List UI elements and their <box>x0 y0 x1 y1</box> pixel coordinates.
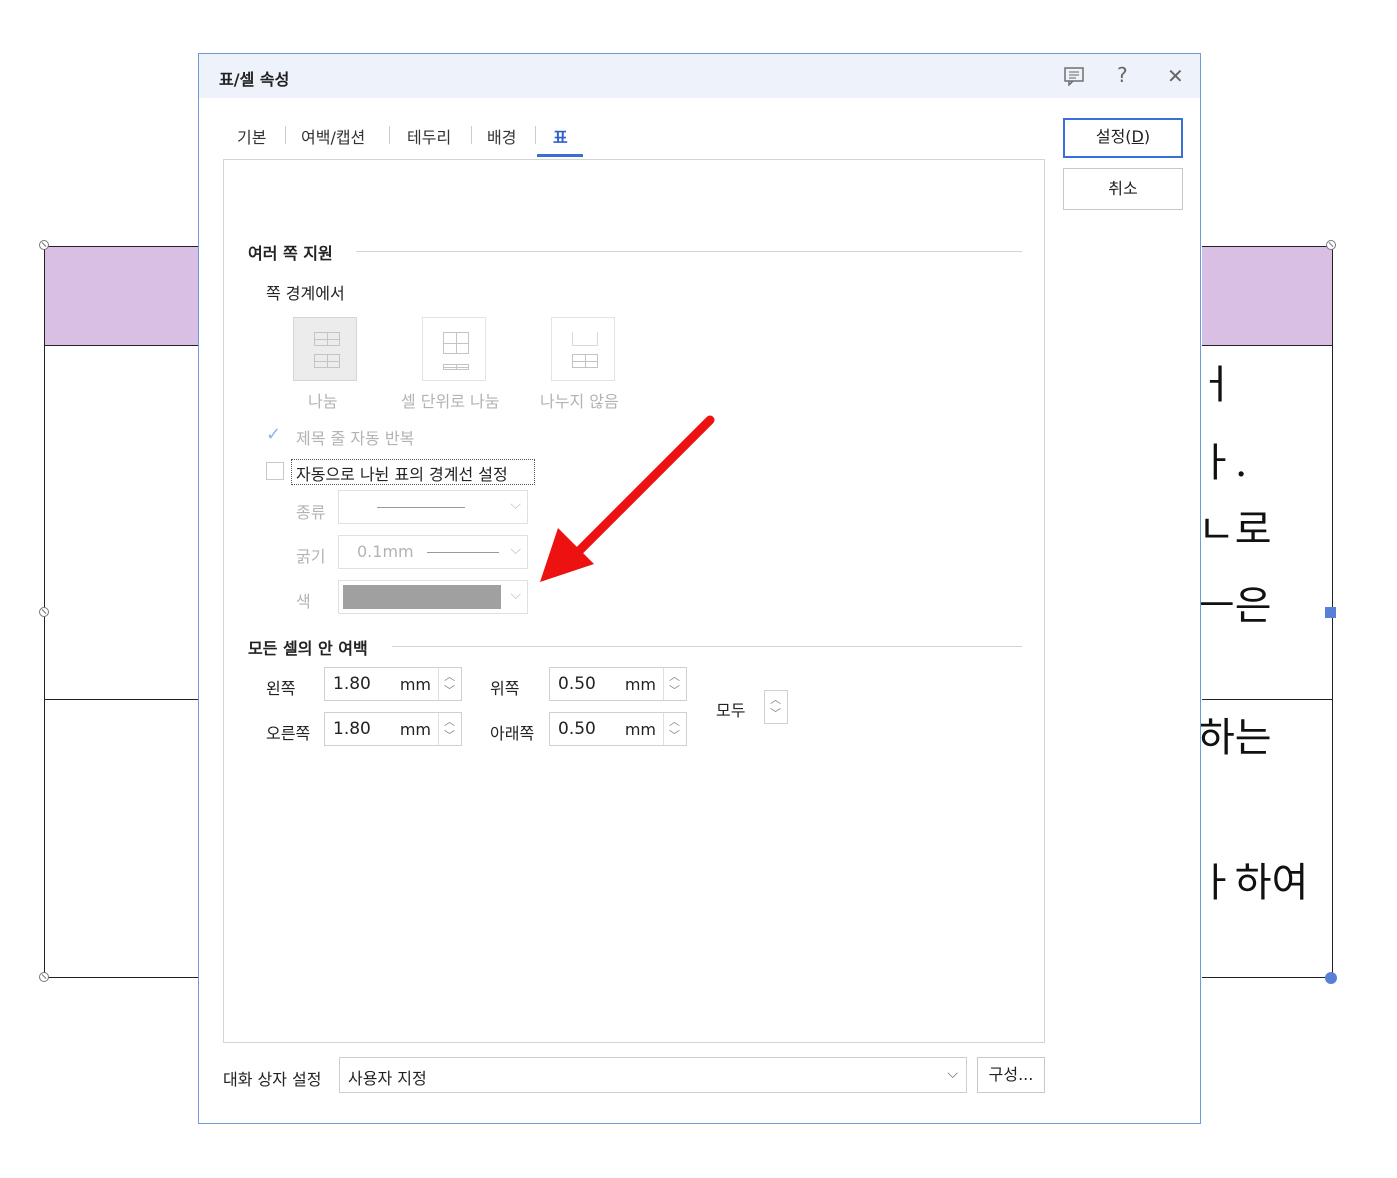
margin-top-label: 위쪽 <box>490 679 520 698</box>
dialog-settings-value: 사용자 지정 <box>348 1069 427 1088</box>
margin-bottom-input[interactable]: 0.50 mm ︿ ﹀ <box>549 712 687 746</box>
table-header-row-right <box>1202 246 1332 345</box>
active-tab-indicator <box>537 154 583 157</box>
color-swatch <box>343 585 501 609</box>
multi-page-section-title: 여러 쪽 지원 <box>248 244 333 263</box>
configure-button[interactable]: 구성... <box>977 1057 1045 1093</box>
resize-handle[interactable] <box>39 607 49 617</box>
margin-left-label: 왼쪽 <box>266 679 296 698</box>
unit-label: mm <box>624 675 656 694</box>
split-option-label: 나누지 않음 <box>540 392 619 411</box>
line-type-label: 종류 <box>296 503 326 522</box>
doc-text-line: ㅏ. <box>1198 440 1248 486</box>
close-icon[interactable]: ✕ <box>1167 64 1184 88</box>
repeat-header-checkbox[interactable]: ✓ <box>266 424 281 445</box>
table-border <box>44 699 199 700</box>
resize-handle[interactable] <box>1326 240 1336 250</box>
margin-right-value: 1.80 <box>333 719 371 739</box>
auto-border-label: 자동으로 나뉜 표의 경계선 설정 <box>296 465 508 484</box>
table-border <box>1202 246 1332 247</box>
ok-button[interactable]: 설정(D) <box>1063 118 1183 158</box>
spin-up-icon[interactable]: ︿ <box>669 716 680 727</box>
spin-down-icon[interactable]: ﹀ <box>669 685 680 696</box>
split-option-label: 셀 단위로 나눔 <box>401 392 500 411</box>
margin-bottom-value: 0.50 <box>558 719 596 739</box>
page-boundary-label: 쪽 경계에서 <box>266 284 345 303</box>
repeat-header-label: 제목 줄 자동 반복 <box>296 429 415 448</box>
cell-margin-section-title: 모든 셀의 안 여백 <box>248 639 368 658</box>
margin-bottom-label: 아래쪽 <box>490 724 535 743</box>
margin-top-value: 0.50 <box>558 674 596 694</box>
help-icon[interactable]: ? <box>1117 63 1128 87</box>
auto-border-checkbox[interactable] <box>266 462 284 480</box>
doc-text-line: ㅡ은 <box>1198 583 1272 629</box>
split-option-split[interactable] <box>293 317 357 381</box>
tab-margin-caption[interactable]: 여백/캡션 <box>301 124 365 148</box>
doc-text-line: ㄴ로 <box>1198 507 1272 553</box>
tab-background[interactable]: 배경 <box>487 124 516 148</box>
unit-label: mm <box>624 720 656 739</box>
margin-all-spinner[interactable]: ︿ ﹀ <box>764 690 788 724</box>
tab-basic[interactable]: 기본 <box>237 124 266 148</box>
line-thickness-combo[interactable]: 0.1mm ⌵ <box>338 535 528 569</box>
doc-text-line: ㅏ하여 <box>1198 860 1309 906</box>
table-border <box>1202 699 1332 700</box>
spin-down-icon[interactable]: ﹀ <box>444 685 455 696</box>
dialog-title: 표/셀 속성 <box>219 70 290 89</box>
selection-handle[interactable] <box>1325 607 1336 618</box>
line-type-combo[interactable]: ⌵ <box>338 490 528 524</box>
cancel-button[interactable]: 취소 <box>1063 168 1183 210</box>
line-color-label: 색 <box>296 592 311 611</box>
line-color-combo[interactable]: ⌵ <box>338 580 528 614</box>
selection-handle[interactable] <box>1325 972 1337 984</box>
split-option-no-split[interactable] <box>551 317 615 381</box>
spin-up-icon[interactable]: ︿ <box>770 694 781 705</box>
spin-up-icon[interactable]: ︿ <box>444 671 455 682</box>
spin-down-icon[interactable]: ﹀ <box>669 730 680 741</box>
table-border <box>44 977 199 978</box>
thickness-value: 0.1mm <box>357 542 414 561</box>
margin-left-input[interactable]: 1.80 mm ︿ ﹀ <box>324 667 462 701</box>
unit-label: mm <box>399 720 431 739</box>
dialog-settings-label: 대화 상자 설정 <box>223 1070 322 1089</box>
doc-text-line: 하는 <box>1198 715 1272 761</box>
spin-down-icon[interactable]: ﹀ <box>444 730 455 741</box>
split-option-label: 나눔 <box>308 392 338 411</box>
spin-up-icon[interactable]: ︿ <box>444 716 455 727</box>
annotation-arrow-icon <box>540 415 715 582</box>
table-border <box>1202 345 1332 346</box>
line-thickness-label: 굵기 <box>296 547 326 566</box>
chevron-down-icon: ⌵ <box>510 497 521 513</box>
split-option-by-cell[interactable] <box>422 317 486 381</box>
doc-text-line: ㅓ <box>1198 362 1235 408</box>
table-border <box>44 246 199 247</box>
table-header-row <box>44 246 199 345</box>
resize-handle[interactable] <box>39 240 49 250</box>
memo-icon[interactable] <box>1063 66 1085 91</box>
chevron-down-icon: ⌵ <box>510 587 521 603</box>
spin-up-icon[interactable]: ︿ <box>669 671 680 682</box>
dialog-titlebar[interactable]: 표/셀 속성 ? ✕ <box>199 54 1200 98</box>
margin-top-input[interactable]: 0.50 mm ︿ ﹀ <box>549 667 687 701</box>
unit-label: mm <box>399 675 431 694</box>
resize-handle[interactable] <box>39 972 49 982</box>
margin-left-value: 1.80 <box>333 674 371 694</box>
tab-border[interactable]: 테두리 <box>407 124 451 148</box>
spin-down-icon[interactable]: ﹀ <box>770 708 781 719</box>
chevron-down-icon: ⌵ <box>947 1066 958 1082</box>
line-sample <box>377 507 465 508</box>
table-border <box>1202 977 1332 978</box>
table-border <box>44 345 199 346</box>
line-sample <box>427 552 499 553</box>
table-tab-panel: 여러 쪽 지원 쪽 경계에서 나눔 셀 단위로 나눔 나누지 않음 ✓ 제목 줄… <box>223 159 1045 1043</box>
margin-right-label: 오른쪽 <box>266 724 311 743</box>
margin-right-input[interactable]: 1.80 mm ︿ ﹀ <box>324 712 462 746</box>
dialog-settings-dropdown[interactable]: 사용자 지정 ⌵ <box>339 1057 967 1093</box>
tab-table[interactable]: 표 <box>553 124 568 148</box>
chevron-down-icon: ⌵ <box>510 542 521 558</box>
margin-all-label: 모두 <box>716 701 746 720</box>
